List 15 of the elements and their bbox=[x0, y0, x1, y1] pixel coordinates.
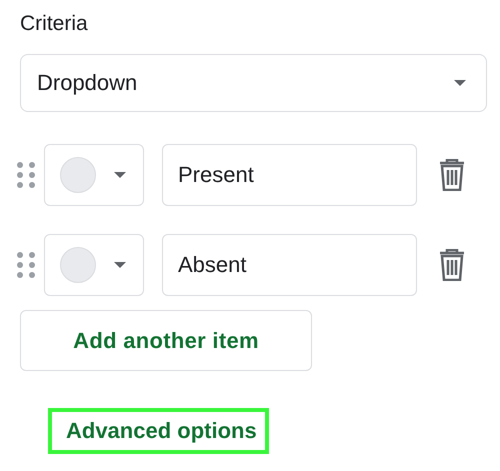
criteria-label: Criteria bbox=[20, 11, 89, 37]
criteria-dropdown[interactable]: Dropdown bbox=[20, 54, 487, 112]
caret-icon bbox=[114, 172, 126, 178]
drag-handle-icon[interactable] bbox=[17, 162, 35, 188]
caret-icon bbox=[114, 262, 126, 268]
color-picker[interactable] bbox=[44, 144, 144, 206]
item-input-field[interactable]: Absent bbox=[162, 234, 417, 296]
item-input-field[interactable]: Present bbox=[162, 144, 417, 206]
caret-icon bbox=[454, 80, 466, 86]
trash-icon[interactable] bbox=[439, 159, 465, 191]
color-picker[interactable] bbox=[44, 234, 144, 296]
advanced-options-link[interactable]: Advanced options bbox=[66, 418, 257, 443]
add-item-button[interactable]: Add another item bbox=[20, 310, 312, 371]
trash-icon[interactable] bbox=[439, 249, 465, 281]
drag-handle-icon[interactable] bbox=[17, 252, 35, 278]
